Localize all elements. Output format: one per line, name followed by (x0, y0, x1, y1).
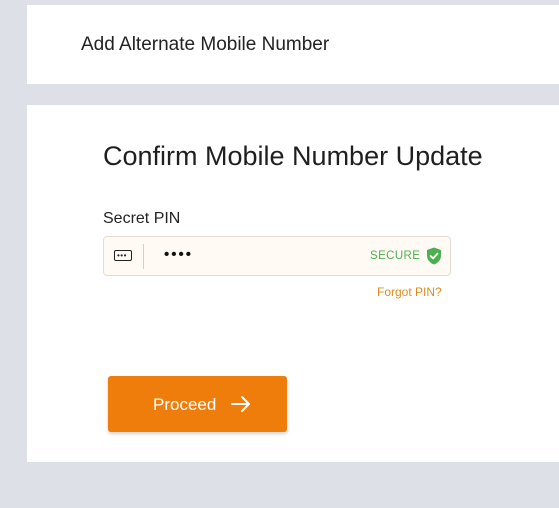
input-divider (143, 244, 144, 269)
secure-label: SECURE (370, 250, 421, 262)
keyboard-icon: ••• (114, 250, 132, 261)
shield-check-icon (427, 247, 441, 265)
proceed-label: Proceed (153, 395, 217, 414)
page-title: Add Alternate Mobile Number (81, 34, 330, 55)
section-heading: Confirm Mobile Number Update (103, 141, 483, 171)
header-card: Add Alternate Mobile Number (27, 5, 559, 84)
proceed-button[interactable]: Proceed (108, 376, 287, 432)
forgot-pin-link[interactable]: Forgot PIN? (377, 285, 442, 299)
arrow-right-icon (231, 396, 250, 412)
pin-label: Secret PIN (103, 210, 181, 227)
pin-value[interactable]: •••• (164, 246, 193, 263)
confirm-card: Confirm Mobile Number Update Secret PIN … (27, 105, 559, 462)
secret-pin-input[interactable]: ••• •••• SECURE (103, 236, 451, 276)
